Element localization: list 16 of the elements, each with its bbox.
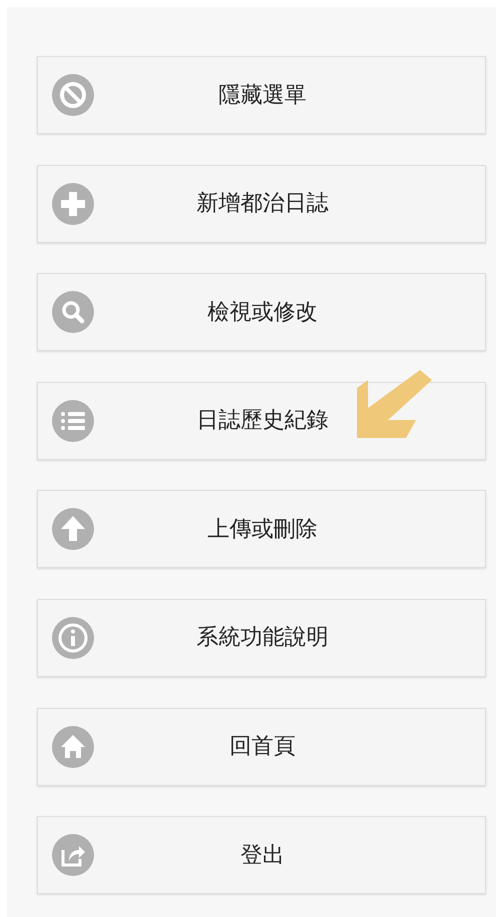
- menu-button[interactable]: 回首頁: [37, 708, 486, 786]
- menu-button[interactable]: 上傳或刪除: [37, 490, 486, 568]
- menu-button[interactable]: 新增都治日誌: [37, 164, 486, 243]
- menu-button[interactable]: 登出: [37, 816, 486, 894]
- upload-icon: [52, 508, 94, 550]
- list-icon: [52, 400, 94, 442]
- menu-button[interactable]: 隱藏選單: [37, 56, 486, 134]
- search-icon: [52, 291, 94, 334]
- menu-button[interactable]: 日誌歷史紀錄: [37, 382, 486, 460]
- info-icon: [52, 616, 94, 659]
- menu-button[interactable]: 檢視或修改: [37, 273, 486, 352]
- home-icon: [52, 726, 94, 768]
- share-icon: [52, 834, 94, 876]
- ban-icon: [52, 74, 94, 116]
- plus-icon: [52, 182, 94, 225]
- menu-button[interactable]: 系統功能說明: [37, 598, 486, 677]
